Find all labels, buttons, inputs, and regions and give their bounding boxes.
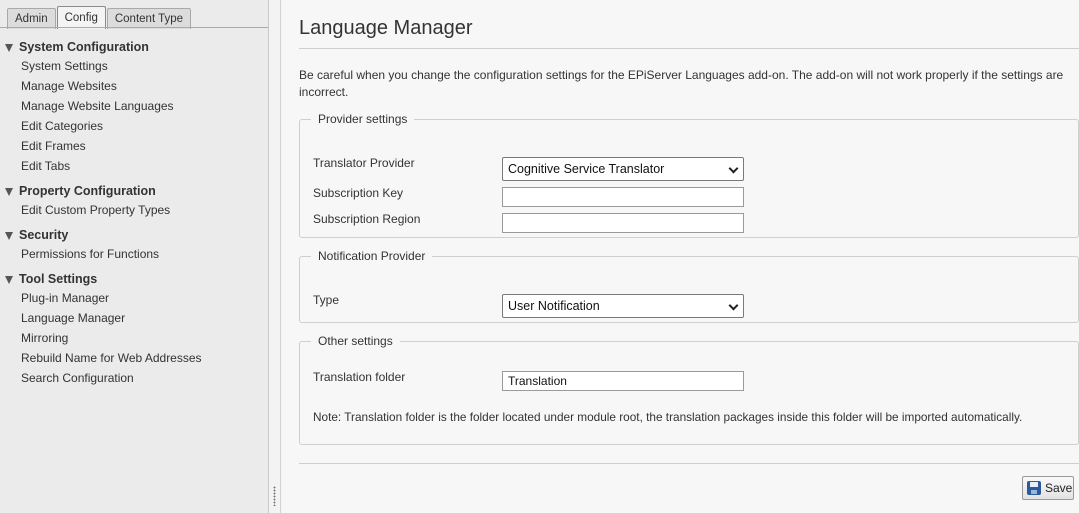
save-button-label: Save <box>1045 481 1073 495</box>
sidebar-item-edit-tabs[interactable]: Edit Tabs <box>0 156 268 176</box>
sidebar-item-manage-websites[interactable]: Manage Websites <box>0 76 268 96</box>
group-header-property-configuration[interactable]: Property Configuration <box>0 182 268 200</box>
admin-sidebar: Admin Config Content Type System Configu… <box>0 0 269 513</box>
splitter-grip-icon[interactable] <box>273 486 276 506</box>
subscription-key-label: Subscription Key <box>313 186 404 200</box>
translation-folder-row: Translation folder <box>313 370 1073 392</box>
expand-triangle-icon <box>5 43 13 52</box>
page-title: Language Manager <box>299 17 473 39</box>
group-title: Security <box>19 228 69 242</box>
other-settings-fieldset: Other settings Translation folder Note: … <box>299 334 1079 445</box>
provider-settings-legend: Provider settings <box>318 112 408 126</box>
sidebar-nav: System Configuration System Settings Man… <box>0 38 268 394</box>
sidebar-item-language-manager[interactable]: Language Manager <box>0 308 268 328</box>
subscription-key-input[interactable] <box>502 187 744 207</box>
sidebar-item-search-configuration[interactable]: Search Configuration <box>0 368 268 388</box>
notification-provider-fieldset: Notification Provider Type User Notifica… <box>299 249 1079 323</box>
subscription-region-label: Subscription Region <box>313 212 421 226</box>
sidebar-item-plug-in-manager[interactable]: Plug-in Manager <box>0 288 268 308</box>
provider-settings-fieldset: Provider settings Translator Provider Co… <box>299 112 1079 238</box>
floppy-disk-icon <box>1027 481 1041 495</box>
subscription-region-input[interactable] <box>502 213 744 233</box>
sidebar-item-edit-custom-property-types[interactable]: Edit Custom Property Types <box>0 200 268 220</box>
translation-folder-label: Translation folder <box>313 370 406 384</box>
footer-divider <box>299 463 1079 464</box>
sidebar-item-permissions-for-functions[interactable]: Permissions for Functions <box>0 244 268 264</box>
expand-triangle-icon <box>5 187 13 196</box>
translator-provider-row: Translator Provider Cognitive Service Tr… <box>313 156 1073 181</box>
title-divider <box>299 48 1079 49</box>
translation-folder-note: Note: Translation folder is the folder l… <box>313 410 1023 424</box>
group-title: Property Configuration <box>19 184 156 198</box>
translator-provider-select[interactable]: Cognitive Service Translator <box>502 157 744 181</box>
tab-admin[interactable]: Admin <box>7 8 56 29</box>
notification-type-label: Type <box>313 293 340 307</box>
sidebar-item-edit-frames[interactable]: Edit Frames <box>0 136 268 156</box>
notification-type-selected: User Notification <box>508 299 600 313</box>
sidebar-item-mirroring[interactable]: Mirroring <box>0 328 268 348</box>
tab-config[interactable]: Config <box>56 6 106 29</box>
intro-warning-text: Be careful when you change the configura… <box>299 68 1064 99</box>
group-security: Security Permissions for Functions <box>0 226 268 264</box>
chevron-down-icon <box>728 300 739 311</box>
notification-type-select[interactable]: User Notification <box>502 294 744 318</box>
subscription-region-row: Subscription Region <box>313 212 1073 234</box>
expand-triangle-icon <box>5 275 13 284</box>
translator-provider-label: Translator Provider <box>313 156 415 170</box>
expand-triangle-icon <box>5 231 13 240</box>
notification-provider-legend: Notification Provider <box>318 249 426 263</box>
sidebar-item-manage-website-languages[interactable]: Manage Website Languages <box>0 96 268 116</box>
group-header-system-configuration[interactable]: System Configuration <box>0 38 268 56</box>
main-content: Language Manager Be careful when you cha… <box>282 0 1079 513</box>
translation-folder-input[interactable] <box>502 371 744 391</box>
sidebar-item-system-settings[interactable]: System Settings <box>0 56 268 76</box>
sidebar-tabs: Admin Config Content Type <box>7 6 192 29</box>
tabs-divider <box>0 27 268 28</box>
translator-provider-selected: Cognitive Service Translator <box>508 162 665 176</box>
save-button[interactable]: Save <box>1022 476 1074 500</box>
group-title: Tool Settings <box>19 272 98 286</box>
group-tool-settings: Tool Settings Plug-in Manager Language M… <box>0 270 268 388</box>
tab-content-type[interactable]: Content Type <box>106 8 192 29</box>
group-title: System Configuration <box>19 40 149 54</box>
chevron-down-icon <box>728 163 739 174</box>
group-header-security[interactable]: Security <box>0 226 268 244</box>
sidebar-item-edit-categories[interactable]: Edit Categories <box>0 116 268 136</box>
group-property-configuration: Property Configuration Edit Custom Prope… <box>0 182 268 220</box>
group-system-configuration: System Configuration System Settings Man… <box>0 38 268 176</box>
sidebar-item-rebuild-name-for-web-addresses[interactable]: Rebuild Name for Web Addresses <box>0 348 268 368</box>
notification-type-row: Type User Notification <box>313 293 1073 318</box>
other-settings-legend: Other settings <box>318 334 393 348</box>
group-header-tool-settings[interactable]: Tool Settings <box>0 270 268 288</box>
subscription-key-row: Subscription Key <box>313 186 1073 208</box>
pane-splitter[interactable] <box>269 0 281 513</box>
